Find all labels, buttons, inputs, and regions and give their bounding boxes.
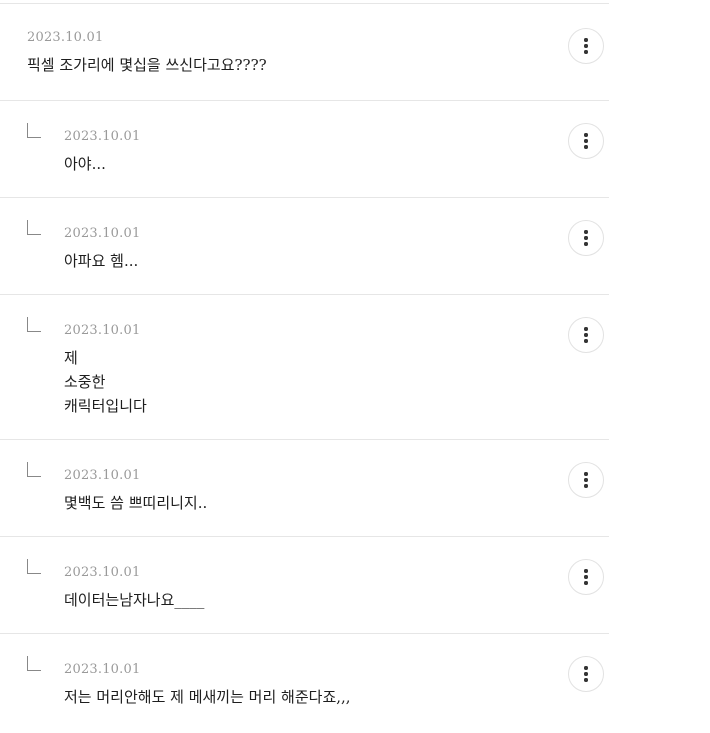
more-options-button[interactable] bbox=[568, 28, 604, 64]
reply-text: 데이터는남자나요____ bbox=[64, 591, 205, 609]
reply-arrow-icon bbox=[27, 123, 41, 138]
reply-item: 2023.10.01 저는 머리안해도 제 메새끼는 머리 해준다죠,,, bbox=[0, 634, 609, 730]
comment-item: 2023.10.01 픽셀 조가리에 몇십을 쓰신다고요???? bbox=[0, 4, 609, 101]
reply-date: 2023.10.01 bbox=[64, 226, 141, 241]
comment-thread: 2023.10.01 픽셀 조가리에 몇십을 쓰신다고요???? 2023.10… bbox=[0, 3, 609, 730]
reply-text: 제 소중한 캐릭터입니다 bbox=[64, 349, 147, 415]
reply-date: 2023.10.01 bbox=[64, 662, 141, 677]
more-options-button[interactable] bbox=[568, 317, 604, 353]
more-vertical-icon bbox=[584, 569, 588, 573]
more-vertical-icon bbox=[584, 472, 588, 476]
reply-text: 아야... bbox=[64, 155, 106, 173]
reply-item: 2023.10.01 아야... bbox=[0, 101, 609, 198]
reply-item: 2023.10.01 아파요 헴... bbox=[0, 198, 609, 295]
more-options-button[interactable] bbox=[568, 220, 604, 256]
reply-arrow-icon bbox=[27, 317, 41, 332]
more-vertical-icon bbox=[584, 38, 588, 42]
reply-text: 아파요 헴... bbox=[64, 252, 139, 270]
reply-arrow-icon bbox=[27, 559, 41, 574]
comment-text: 픽셀 조가리에 몇십을 쓰신다고요???? bbox=[27, 56, 267, 74]
reply-date: 2023.10.01 bbox=[64, 565, 141, 580]
reply-text: 몇백도 씀 쁘띠리니지.. bbox=[64, 494, 208, 512]
reply-arrow-icon bbox=[27, 462, 41, 477]
reply-date: 2023.10.01 bbox=[64, 129, 141, 144]
reply-item: 2023.10.01 데이터는남자나요____ bbox=[0, 537, 609, 634]
reply-date: 2023.10.01 bbox=[64, 323, 141, 338]
more-options-button[interactable] bbox=[568, 462, 604, 498]
reply-item: 2023.10.01 몇백도 씀 쁘띠리니지.. bbox=[0, 440, 609, 537]
more-vertical-icon bbox=[584, 230, 588, 234]
reply-item: 2023.10.01 제 소중한 캐릭터입니다 bbox=[0, 295, 609, 440]
more-vertical-icon bbox=[584, 327, 588, 331]
reply-arrow-icon bbox=[27, 656, 41, 671]
more-options-button[interactable] bbox=[568, 559, 604, 595]
reply-date: 2023.10.01 bbox=[64, 468, 141, 483]
reply-arrow-icon bbox=[27, 220, 41, 235]
more-options-button[interactable] bbox=[568, 123, 604, 159]
more-vertical-icon bbox=[584, 133, 588, 137]
comment-date: 2023.10.01 bbox=[27, 30, 104, 45]
more-options-button[interactable] bbox=[568, 656, 604, 692]
reply-text: 저는 머리안해도 제 메새끼는 머리 해준다죠,,, bbox=[64, 688, 351, 706]
more-vertical-icon bbox=[584, 666, 588, 670]
